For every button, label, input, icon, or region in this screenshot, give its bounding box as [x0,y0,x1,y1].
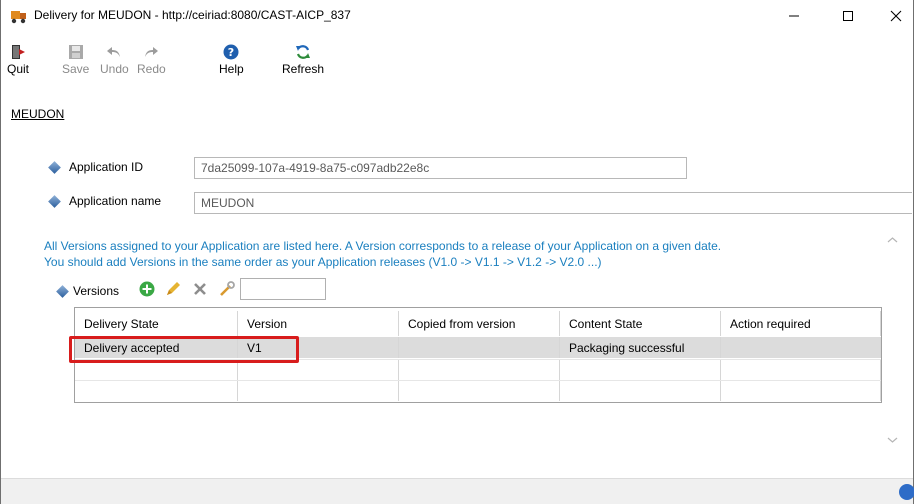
quit-icon [12,45,25,59]
svg-text:?: ? [228,46,234,59]
application-id-label: Application ID [69,160,144,174]
info-icon[interactable] [899,484,914,500]
table-cell [75,360,238,380]
table-cell [721,337,881,358]
vertical-scrollbar[interactable] [884,233,901,453]
table-cell [399,381,560,401]
edit-icon[interactable] [164,280,182,298]
window-title: Delivery for MEUDON - http://ceiriad:808… [34,8,351,22]
column-header[interactable]: Delivery State [75,311,238,336]
save-button[interactable]: Save [62,44,89,76]
tool-icon[interactable] [218,280,236,298]
app-icon [11,11,26,24]
scroll-down-icon[interactable] [884,433,901,447]
undo-button[interactable]: Undo [100,44,129,76]
table-header: Delivery State Version Copied from versi… [75,311,881,336]
save-icon [68,45,83,59]
table-cell [238,360,399,380]
versions-info-text: All Versions assigned to your Applicatio… [44,239,722,269]
quit-button[interactable]: Quit [7,44,29,76]
application-id-field[interactable]: 7da25099-107a-4919-8a75-c097adb22e8c [194,157,687,179]
redo-button[interactable]: Redo [137,44,166,76]
column-header[interactable]: Version [238,311,399,336]
application-name-label: Application name [69,194,162,208]
table-cell [560,360,721,380]
help-icon: ? [223,44,239,60]
close-icon [890,10,902,21]
table-cell [721,381,881,401]
application-name-field[interactable]: MEUDON [194,192,912,214]
maximize-icon [843,10,853,21]
table-cell [399,360,560,380]
highlight-box [69,336,299,363]
table-cell [75,381,238,401]
bullet-icon [48,161,61,174]
refresh-icon [296,45,311,59]
minimize-button[interactable] [771,0,817,31]
bullet-icon [56,285,69,298]
breadcrumb[interactable]: MEUDON [11,107,64,121]
title-bar: Delivery for MEUDON - http://ceiriad:808… [1,0,913,31]
column-header[interactable]: Action required [721,311,881,336]
redo-icon [145,47,159,57]
column-header[interactable]: Content State [560,311,721,336]
column-header[interactable]: Copied from version [399,311,560,336]
maximize-button[interactable] [825,0,871,31]
toolbar: Quit Save Undo Redo ? Help Refresh [1,44,913,88]
table-cell [721,360,881,380]
bullet-icon [48,195,61,208]
scroll-up-icon[interactable] [884,233,901,247]
refresh-button[interactable]: Refresh [282,44,324,76]
versions-filter-input[interactable] [240,278,326,300]
versions-label: Versions [73,284,120,298]
help-button[interactable]: ? Help [219,44,244,76]
table-cell [238,381,399,401]
undo-icon [107,47,121,57]
close-button[interactable] [873,0,914,31]
table-cell: Packaging successful [560,337,721,358]
status-bar [1,478,913,504]
table-cell [560,381,721,401]
add-icon[interactable] [138,280,156,298]
minimize-icon [789,15,799,16]
delete-icon[interactable] [191,280,209,298]
table-cell [399,337,560,358]
delivery-window: Delivery for MEUDON - http://ceiriad:808… [0,0,914,504]
table-row[interactable] [75,380,881,401]
